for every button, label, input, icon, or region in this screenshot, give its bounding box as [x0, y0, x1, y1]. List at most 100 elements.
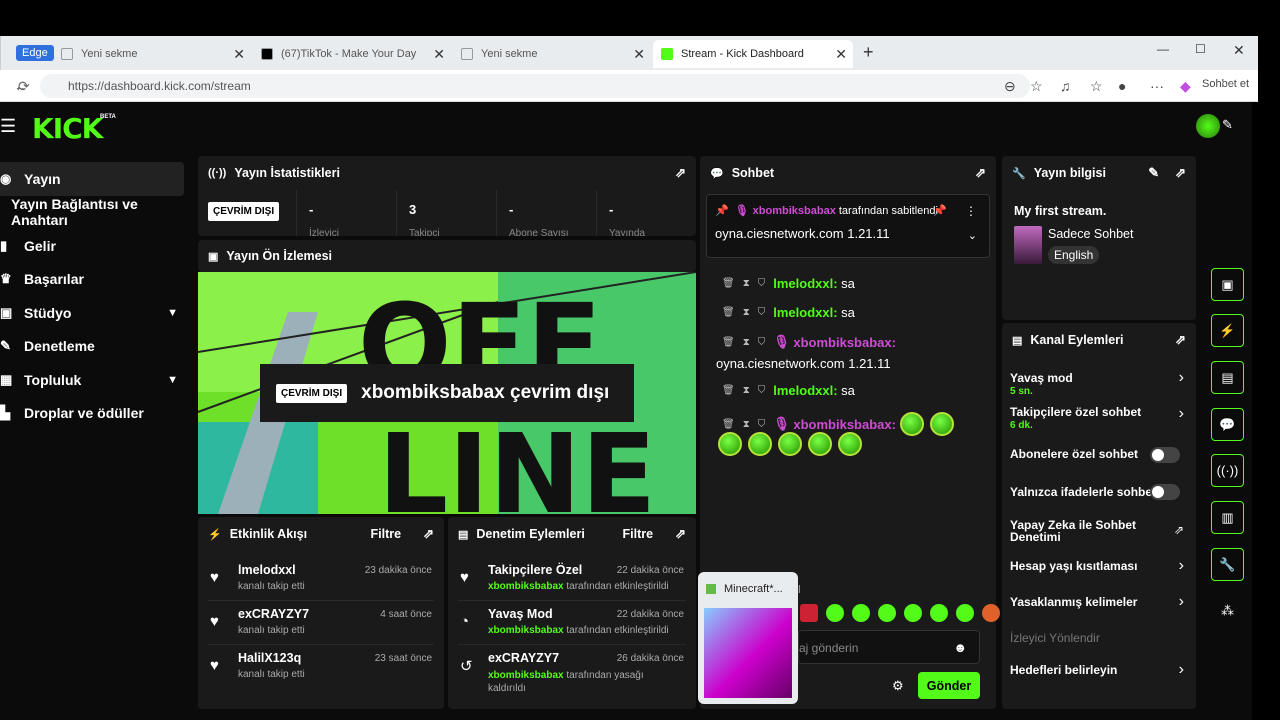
- chevron-down-icon[interactable]: ⌄: [968, 229, 977, 242]
- bolt-icon[interactable]: ⚡: [1211, 314, 1244, 347]
- timeout-icon[interactable]: ⧗: [743, 278, 750, 289]
- trophy-icon: ♛: [0, 271, 12, 287]
- reload-icon[interactable]: ⟳: [18, 78, 30, 95]
- sidebar-item-droplar[interactable]: ▙ Droplar ve ödüller: [0, 397, 190, 431]
- maximize-button[interactable]: ☐: [1195, 42, 1206, 56]
- heart-icon: ♥: [210, 657, 219, 674]
- preview-icon: ▣: [208, 250, 219, 263]
- edit-icon[interactable]: ✎: [1211, 108, 1244, 141]
- preview-icon[interactable]: ▣: [1211, 268, 1244, 301]
- emoji-icon[interactable]: ☻: [953, 640, 967, 655]
- reader-icon[interactable]: ⊖: [1004, 78, 1016, 95]
- emote-icon[interactable]: [956, 604, 974, 622]
- emote-icon[interactable]: [826, 604, 844, 622]
- sidebar-item-studyo[interactable]: ▣ Stüdyo ▼: [0, 296, 190, 330]
- emote-icon[interactable]: [852, 604, 870, 622]
- music-icon[interactable]: ♫: [1060, 78, 1071, 94]
- popout-icon[interactable]: ⇗: [675, 165, 686, 181]
- action-banned-words[interactable]: Yasaklanmış kelimeler ›: [1010, 581, 1188, 617]
- timeout-icon[interactable]: ⧗: [743, 419, 750, 430]
- ban-icon[interactable]: ⛉: [758, 419, 766, 430]
- profile-icon[interactable]: ●: [1118, 78, 1126, 94]
- emote-icon[interactable]: [930, 604, 948, 622]
- action-ai-moderation[interactable]: Yapay Zeka ile Sohbet Denetimi ⇗: [1010, 505, 1188, 545]
- sidebar-item-gelir[interactable]: ▮ Gelir: [0, 229, 190, 263]
- copilot-icon[interactable]: ◆: [1180, 78, 1191, 95]
- close-icon[interactable]: ✕: [233, 46, 245, 63]
- emote-icon[interactable]: [800, 604, 818, 622]
- chat-input[interactable]: aj gönderin ☻: [798, 630, 980, 664]
- edge-badge: Edge: [16, 45, 54, 61]
- menu-icon[interactable]: ☰: [0, 116, 16, 137]
- tab-new-1[interactable]: Yeni sekme ✕: [53, 40, 251, 68]
- more-icon[interactable]: ⋮: [965, 204, 977, 218]
- favorite-icon[interactable]: ☆: [1030, 78, 1043, 95]
- close-icon[interactable]: ✕: [633, 46, 645, 63]
- channel-icon: ▤: [1012, 334, 1023, 347]
- timeout-icon[interactable]: ⧗: [743, 307, 750, 318]
- filter-button[interactable]: Filtre: [371, 527, 402, 541]
- sidebar-item-denetleme[interactable]: ✎ Denetleme: [0, 330, 190, 364]
- more-icon[interactable]: ···: [1150, 78, 1164, 94]
- popout-icon[interactable]: ⇗: [423, 526, 434, 542]
- info-icon[interactable]: ⓘ: [1211, 62, 1244, 95]
- delete-icon[interactable]: 🗑: [722, 278, 735, 289]
- taskbar-preview[interactable]: Minecraft*...: [698, 572, 798, 704]
- emote-only-toggle[interactable]: [1150, 484, 1180, 500]
- sidebar-item-yayin[interactable]: ◉ Yayın: [0, 162, 184, 196]
- chat-icon[interactable]: 💬: [1211, 408, 1244, 441]
- edit-icon[interactable]: ✎: [1148, 165, 1159, 181]
- widgets-icon[interactable]: ⁂: [1211, 594, 1244, 627]
- ban-icon[interactable]: ⛉: [758, 385, 766, 396]
- emote-icon[interactable]: [904, 604, 922, 622]
- new-tab-button[interactable]: +: [863, 42, 874, 63]
- close-window-button[interactable]: ✕: [1233, 42, 1245, 59]
- timeout-icon[interactable]: ⧗: [743, 385, 750, 396]
- filter-button[interactable]: Filtre: [623, 527, 654, 541]
- ban-icon[interactable]: ⛉: [758, 337, 766, 348]
- popout-icon[interactable]: ⇗: [1175, 165, 1186, 181]
- layout-icon[interactable]: ▥: [1211, 501, 1244, 534]
- close-icon[interactable]: ✕: [433, 46, 445, 63]
- delete-icon[interactable]: 🗑: [722, 307, 735, 318]
- tab-new-2[interactable]: Yeni sekme ✕: [453, 40, 651, 68]
- action-slow-mode[interactable]: Yavaş mod 5 sn. ›: [1010, 361, 1188, 397]
- popout-icon[interactable]: ⇗: [1175, 332, 1186, 348]
- delete-icon[interactable]: 🗑: [722, 337, 735, 348]
- delete-icon[interactable]: 🗑: [722, 419, 735, 430]
- emote-icon[interactable]: [982, 604, 1000, 622]
- sidebar-item-topluluk[interactable]: ▦ Topluluk ▼: [0, 363, 190, 397]
- settings-icon[interactable]: ⚙: [892, 678, 904, 694]
- broadcast-icon[interactable]: ((·)): [1211, 454, 1244, 487]
- popout-icon[interactable]: ⇗: [975, 165, 986, 181]
- emote-icon: [929, 412, 954, 436]
- pinned-message: 📌 🎙 xbombiksbabax tarafından sabitlendi …: [706, 194, 990, 258]
- minimize-button[interactable]: —: [1157, 42, 1169, 56]
- chevron-right-icon: ›: [1178, 557, 1184, 574]
- unpin-icon[interactable]: 📌: [933, 204, 947, 217]
- emote-icon: [838, 432, 862, 456]
- action-account-age[interactable]: Hesap yaşı kısıtlaması ›: [1010, 545, 1188, 581]
- favorites-icon[interactable]: ☆: [1090, 78, 1103, 95]
- wrench-icon[interactable]: 🔧: [1211, 548, 1244, 581]
- send-button[interactable]: Gönder: [918, 672, 980, 699]
- close-icon[interactable]: ✕: [835, 46, 847, 63]
- ban-icon[interactable]: ⛉: [758, 278, 766, 289]
- action-followers-only[interactable]: Takipçilere özel sohbet 6 dk. ›: [1010, 397, 1188, 433]
- timeout-icon[interactable]: ⧗: [743, 337, 750, 348]
- subs-only-toggle[interactable]: [1150, 447, 1180, 463]
- notes-icon[interactable]: ▤: [1211, 361, 1244, 394]
- tab-kick[interactable]: Stream - Kick Dashboard ✕: [653, 40, 853, 68]
- emote-icon[interactable]: [878, 604, 896, 622]
- sidebar-item-basarilar[interactable]: ♛ Başarılar: [0, 263, 190, 297]
- ban-icon[interactable]: ⛉: [758, 307, 766, 318]
- stream-title: My first stream.: [1014, 204, 1107, 218]
- popout-icon[interactable]: ⇗: [675, 526, 686, 542]
- page-icon: [61, 48, 73, 60]
- kick-logo[interactable]: KICK: [32, 112, 103, 145]
- url-field[interactable]: https://dashboard.kick.com/stream: [40, 74, 1030, 98]
- tab-tiktok[interactable]: (67)TikTok - Make Your Day ✕: [253, 40, 451, 68]
- delete-icon[interactable]: 🗑: [722, 385, 735, 396]
- sidebar-item-stream-key[interactable]: Yayın Bağlantısı ve Anahtarı: [0, 196, 190, 230]
- action-goals[interactable]: Hedefleri belirleyin ›: [1010, 653, 1188, 689]
